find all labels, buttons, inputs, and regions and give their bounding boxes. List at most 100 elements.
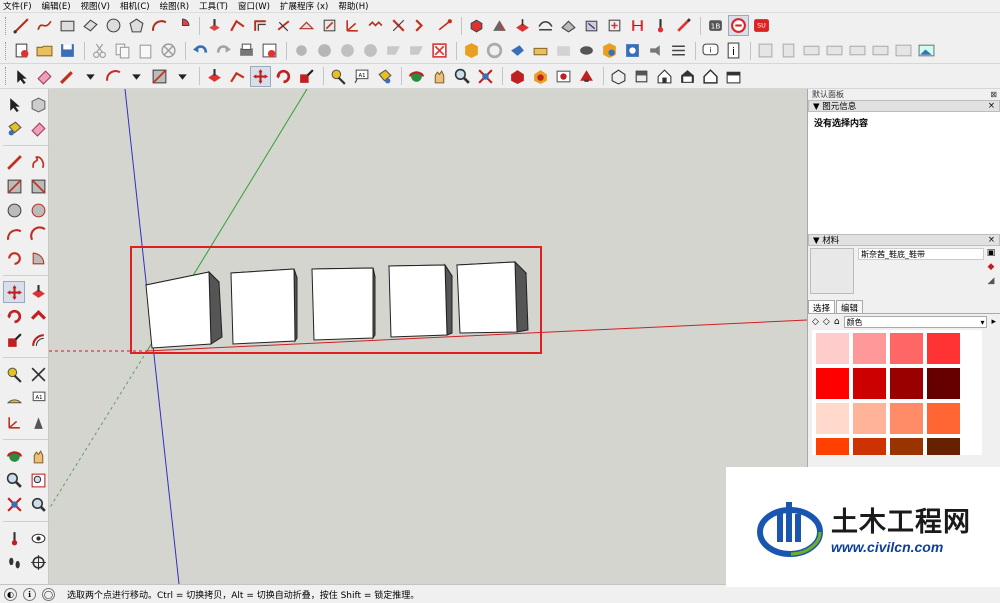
image-view-icon[interactable] xyxy=(916,40,937,61)
text-label-icon[interactable]: A1 xyxy=(351,66,372,87)
material-swatch-preview[interactable] xyxy=(810,248,854,294)
home-icon[interactable]: ⌂ xyxy=(834,317,840,327)
create-material-icon[interactable]: ▣ xyxy=(987,248,996,258)
section-plane-icon[interactable] xyxy=(27,551,49,573)
material-swatch[interactable] xyxy=(853,438,886,455)
select-arrow-icon[interactable] xyxy=(11,66,32,87)
extension-warehouse-icon[interactable] xyxy=(530,66,551,87)
protractor-icon[interactable] xyxy=(319,15,340,36)
material-swatch[interactable] xyxy=(816,438,849,455)
push-pull-icon[interactable] xyxy=(204,66,225,87)
menu-view[interactable]: 视图(V) xyxy=(81,0,110,12)
geo-location-status-icon[interactable]: ◐ xyxy=(4,587,17,601)
material-swatch[interactable] xyxy=(853,333,886,364)
protractor-icon[interactable] xyxy=(3,387,25,409)
zoom-icon[interactable] xyxy=(3,469,25,491)
zoom-window-icon[interactable] xyxy=(360,40,381,61)
dimension-icon[interactable] xyxy=(27,363,49,385)
extension-su-app-icon[interactable]: SU xyxy=(751,15,772,36)
menu-extensions[interactable]: 扩展程序 (x) xyxy=(280,0,328,12)
menu-edit[interactable]: 编辑(E) xyxy=(42,0,71,12)
credits-status-icon[interactable]: ℹ xyxy=(23,587,36,601)
select-arrow-icon[interactable] xyxy=(3,93,25,115)
orbit-icon[interactable] xyxy=(291,40,312,61)
cut-icon[interactable] xyxy=(89,40,110,61)
line-tool-icon[interactable] xyxy=(11,15,32,36)
menu-draw[interactable]: 绘图(R) xyxy=(160,0,190,12)
dropdown-arrow-icon[interactable] xyxy=(172,66,193,87)
extension-ruby-icon[interactable] xyxy=(728,15,749,36)
pencil-icon[interactable] xyxy=(57,66,78,87)
arc-icon[interactable] xyxy=(3,223,25,245)
arc-icon[interactable] xyxy=(149,15,170,36)
arc-icon[interactable] xyxy=(103,66,124,87)
move-icon[interactable] xyxy=(3,281,25,303)
material-swatch[interactable] xyxy=(927,333,960,364)
follow-me-icon[interactable] xyxy=(27,305,49,327)
walk-footprints-icon[interactable] xyxy=(3,551,25,573)
paste-icon[interactable] xyxy=(135,40,156,61)
previous-view-icon[interactable] xyxy=(27,493,49,515)
pan-icon[interactable] xyxy=(314,40,335,61)
box-4[interactable] xyxy=(388,263,453,338)
3d-text-icon[interactable] xyxy=(27,411,49,433)
component-box-icon[interactable] xyxy=(27,93,49,115)
polygon-icon[interactable] xyxy=(126,15,147,36)
sample-paint-icon[interactable]: ◢ xyxy=(988,276,995,286)
menu-tools[interactable]: 工具(T) xyxy=(199,0,228,12)
follow-me-icon[interactable] xyxy=(227,66,248,87)
sandbox-icon[interactable] xyxy=(512,15,533,36)
left-view-icon[interactable] xyxy=(870,40,891,61)
scale-icon[interactable] xyxy=(296,66,317,87)
drape-icon[interactable] xyxy=(581,15,602,36)
menu-window[interactable]: 窗口(W) xyxy=(238,0,270,12)
close-icon[interactable]: × xyxy=(988,235,995,245)
three-point-arc-icon[interactable] xyxy=(3,247,25,269)
offset-icon[interactable] xyxy=(27,329,49,351)
iso-icon[interactable] xyxy=(608,66,629,87)
zoom-extents-icon[interactable] xyxy=(475,66,496,87)
material-swatch[interactable] xyxy=(816,333,849,364)
rectangle-icon[interactable] xyxy=(57,15,78,36)
circle-icon[interactable] xyxy=(103,15,124,36)
orbit-icon[interactable] xyxy=(3,445,25,467)
material-swatch[interactable] xyxy=(927,368,960,399)
help-icon[interactable]: i xyxy=(700,40,721,61)
right-icon[interactable] xyxy=(677,66,698,87)
tape-measure-icon[interactable] xyxy=(3,363,25,385)
paint-bucket-icon[interactable] xyxy=(466,15,487,36)
dropdown-arrow-icon[interactable] xyxy=(80,66,101,87)
zoom-icon[interactable] xyxy=(337,40,358,61)
eraser-icon[interactable] xyxy=(27,117,49,139)
copy-icon[interactable] xyxy=(112,40,133,61)
fog-icon[interactable] xyxy=(576,40,597,61)
layers-icon[interactable] xyxy=(530,40,551,61)
dimension-icon[interactable] xyxy=(296,15,317,36)
material-swatch[interactable] xyxy=(890,368,923,399)
move-icon[interactable] xyxy=(250,65,271,87)
material-swatch[interactable] xyxy=(853,403,886,434)
box-1[interactable] xyxy=(144,270,223,349)
right-view-icon[interactable] xyxy=(824,40,845,61)
rotated-rectangle-icon[interactable] xyxy=(80,15,101,36)
outliner-icon[interactable] xyxy=(507,40,528,61)
circle-icon[interactable] xyxy=(3,199,25,221)
material-swatch[interactable] xyxy=(816,403,849,434)
material-name-field[interactable]: 斯奈茜_鞋底_鞋带 xyxy=(858,248,984,260)
section-cut-icon[interactable] xyxy=(429,40,450,61)
tray-pin-close-icon[interactable]: ⊠ xyxy=(990,90,997,99)
left-icon[interactable] xyxy=(723,66,744,87)
two-point-arc-icon[interactable] xyxy=(27,223,49,245)
forward-arrow-icon[interactable]: ◇ xyxy=(823,317,830,327)
toolbar-grip[interactable] xyxy=(5,16,8,35)
model-upload-icon[interactable] xyxy=(553,66,574,87)
push-pull-icon[interactable] xyxy=(27,281,49,303)
material-swatch[interactable] xyxy=(890,333,923,364)
eraser-icon[interactable] xyxy=(34,66,55,87)
add-detail-icon[interactable] xyxy=(604,15,625,36)
pan-hand-icon[interactable] xyxy=(27,445,49,467)
pie-icon[interactable] xyxy=(172,15,193,36)
axes-icon[interactable] xyxy=(3,411,25,433)
box-2[interactable] xyxy=(230,268,298,345)
materials-header[interactable]: ▼ 材料 × xyxy=(808,234,1000,246)
